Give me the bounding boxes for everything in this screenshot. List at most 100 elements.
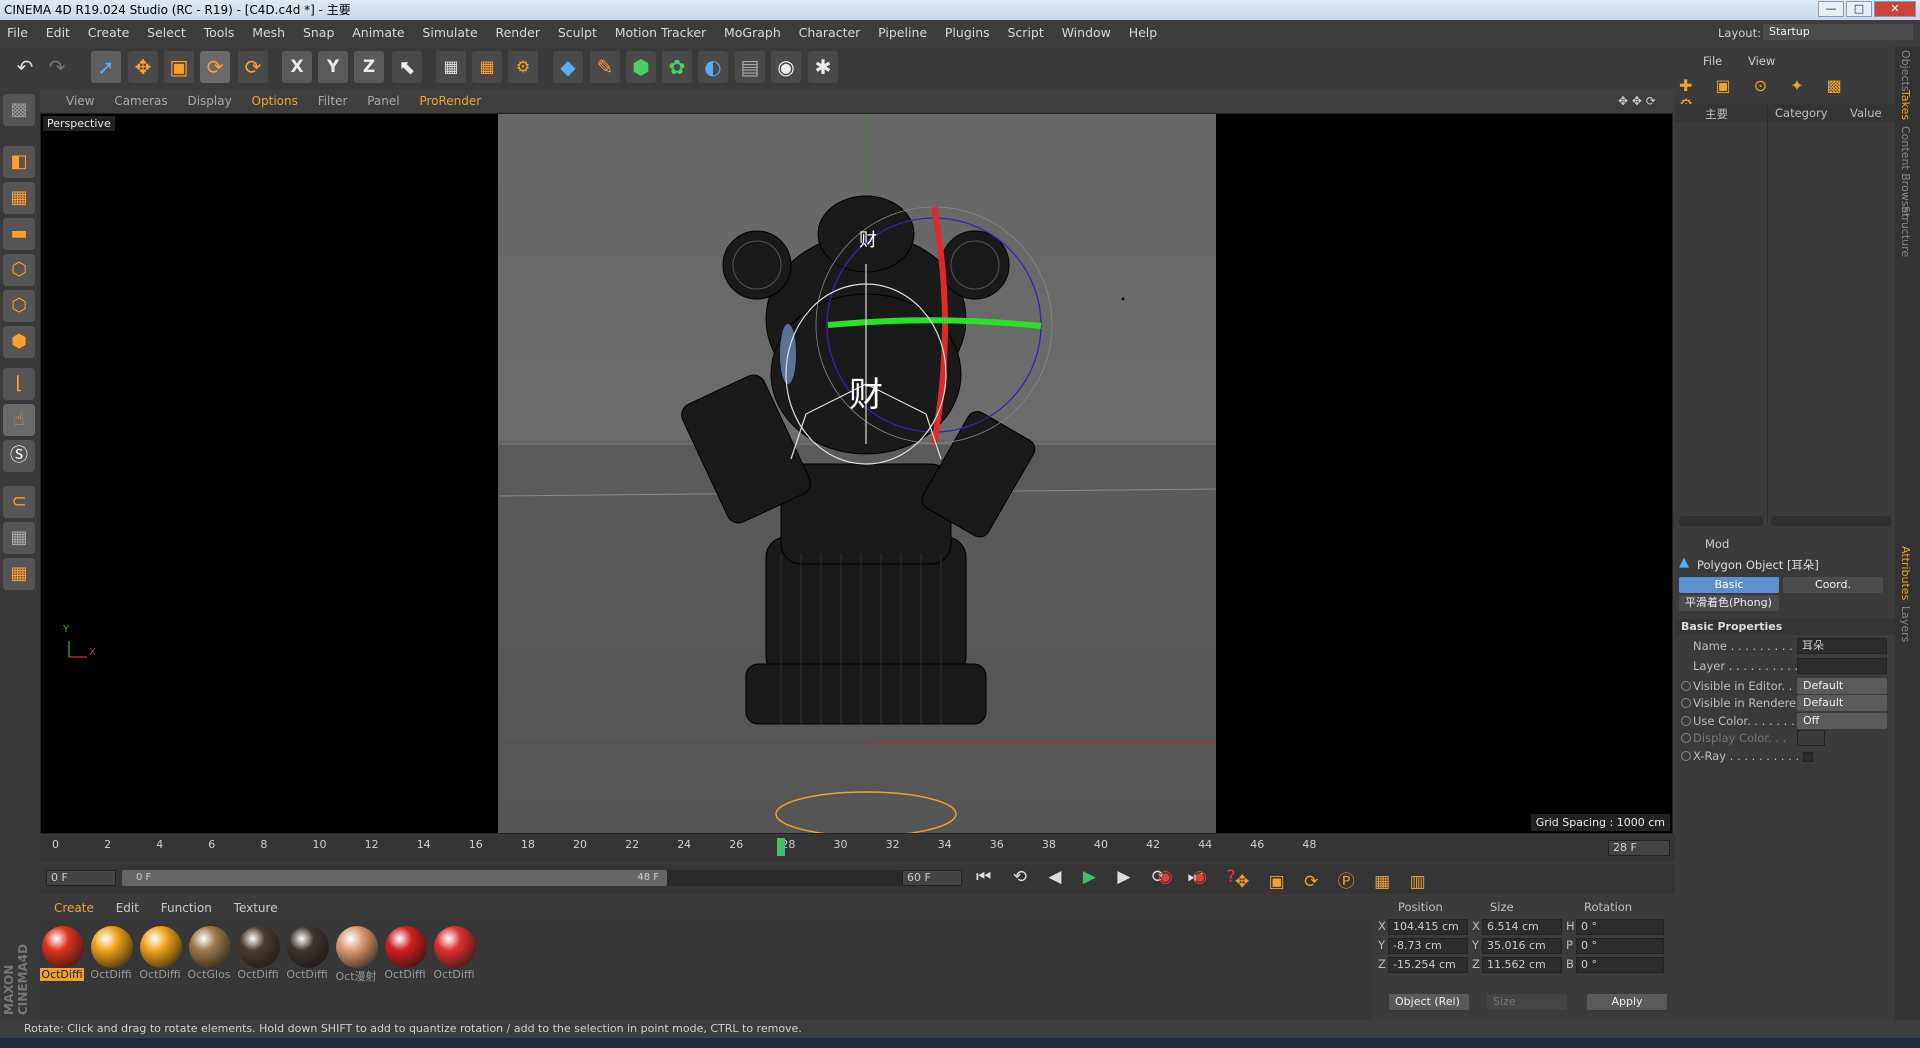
position-field[interactable]: 104.415 cm <box>1388 919 1468 935</box>
coordinate-mode-dropdown[interactable]: Object (Rel) <box>1389 994 1469 1010</box>
make-editable-icon[interactable]: ▩ <box>3 94 35 126</box>
tab-basic[interactable]: Basic <box>1679 577 1779 593</box>
property-animate-radio[interactable] <box>1681 733 1691 743</box>
cloner-icon[interactable]: ✿ <box>662 51 692 83</box>
property-value[interactable] <box>1803 752 1813 762</box>
layout-dropdown[interactable]: Startup <box>1763 24 1913 40</box>
tab-phong[interactable]: 平滑着色(Phong) <box>1679 595 1779 611</box>
key-controls[interactable]: ✥ ▣ ⟳ Ⓟ ▦ ▥ <box>1235 867 1433 892</box>
material-swatch[interactable]: Oct漫射 <box>334 926 379 988</box>
cube-icon[interactable]: ◆ <box>553 51 583 83</box>
rotation-field[interactable]: 0 ° <box>1576 919 1664 935</box>
end-frame-field[interactable]: 60 F <box>902 870 962 886</box>
texture-mode-icon[interactable]: ▦ <box>3 182 35 214</box>
menu-create[interactable]: Create <box>88 25 130 40</box>
object-scrollbar-right[interactable] <box>1771 516 1891 526</box>
viewport-menu-display[interactable]: Display <box>187 94 231 108</box>
snap-icon[interactable]: Ⓢ <box>3 440 35 472</box>
redo-icon[interactable]: ↷ <box>42 51 72 83</box>
render-settings-icon[interactable]: ⚙ <box>508 51 538 83</box>
undo-icon[interactable]: ↶ <box>10 51 40 83</box>
size-field[interactable]: 6.514 cm <box>1482 919 1562 935</box>
menu-edit[interactable]: Edit <box>46 25 70 40</box>
side-tab[interactable]: Structure <box>1899 206 1912 257</box>
material-swatch[interactable]: OctDiffi <box>40 926 85 988</box>
menu-sculpt[interactable]: Sculpt <box>558 25 597 40</box>
size-field[interactable]: 11.562 cm <box>1482 957 1562 973</box>
planar-workplane-icon[interactable]: ▦ <box>3 558 35 590</box>
rotate-tool-icon[interactable]: ⟳ <box>200 51 230 83</box>
menu-file[interactable]: File <box>7 25 28 40</box>
y-axis-lock-button[interactable]: Y <box>318 51 348 83</box>
subdivision-icon[interactable]: ⬢ <box>626 51 656 83</box>
lock-workplane-icon[interactable]: ▦ <box>3 522 35 554</box>
menu-window[interactable]: Window <box>1062 25 1111 40</box>
property-animate-radio[interactable] <box>1681 681 1691 691</box>
material-swatch[interactable]: OctGlos <box>187 926 232 988</box>
material-swatch[interactable]: OctDiffi <box>89 926 134 988</box>
menu-tools[interactable]: Tools <box>204 25 235 40</box>
menu-mograph[interactable]: MoGraph <box>724 25 781 40</box>
menu-script[interactable]: Script <box>1008 25 1044 40</box>
material-menu-function[interactable]: Function <box>161 901 212 915</box>
recent-tool-icon[interactable]: ⟳ <box>238 51 268 83</box>
size-field[interactable]: 35.016 cm <box>1482 938 1562 954</box>
viewport-menu-options[interactable]: Options <box>252 94 298 108</box>
rotation-field[interactable]: 0 ° <box>1576 938 1664 954</box>
menu-plugins[interactable]: Plugins <box>945 25 990 40</box>
polygons-mode-icon[interactable]: ⬢ <box>3 326 35 358</box>
deformer-icon[interactable]: ◐ <box>698 51 728 83</box>
material-menu-edit[interactable]: Edit <box>116 901 139 915</box>
maximize-button[interactable]: □ <box>1846 1 1872 17</box>
select-tool-icon[interactable]: ➚ <box>91 51 121 83</box>
scale-tool-icon[interactable]: ▣ <box>164 51 194 83</box>
points-mode-icon[interactable]: ⬡ <box>3 254 35 286</box>
tab-coord[interactable]: Coord. <box>1783 577 1883 593</box>
material-menu-create[interactable]: Create <box>54 901 94 915</box>
position-field[interactable]: -8.73 cm <box>1388 938 1468 954</box>
object-menu-file[interactable]: File <box>1703 54 1722 68</box>
coordinate-system-icon[interactable]: ⬉ <box>392 51 422 83</box>
menu-select[interactable]: Select <box>147 25 186 40</box>
side-tab[interactable]: Attributes <box>1899 546 1912 600</box>
property-value[interactable]: 耳朵 <box>1797 638 1887 654</box>
viewport-menu-view[interactable]: View <box>66 94 94 108</box>
object-scrollbar-left[interactable] <box>1679 516 1763 526</box>
property-animate-radio[interactable] <box>1681 751 1691 761</box>
menu-motion-tracker[interactable]: Motion Tracker <box>615 25 706 40</box>
workplane-mode-icon[interactable]: ▬ <box>3 218 35 250</box>
material-swatch[interactable]: OctDiffi <box>432 926 477 988</box>
material-menu-texture[interactable]: Texture <box>234 901 278 915</box>
property-animate-radio[interactable] <box>1681 716 1691 726</box>
model-mode-icon[interactable]: ◧ <box>3 146 35 178</box>
render-picture-viewer-icon[interactable]: ▦ <box>472 51 502 83</box>
material-swatch[interactable]: OctDiffi <box>383 926 428 988</box>
property-value[interactable]: Default <box>1797 695 1887 711</box>
x-axis-lock-button[interactable]: X <box>282 51 312 83</box>
property-value[interactable]: Off <box>1797 713 1887 729</box>
material-swatch[interactable]: OctDiffi <box>285 926 330 988</box>
size-mode-dropdown[interactable]: Size <box>1487 994 1567 1010</box>
object-toolbar-icons[interactable]: ✚ ▣ ⊙ ✦ ▩ ⚙ <box>1679 76 1879 114</box>
material-swatch[interactable]: OctDiffi <box>138 926 183 988</box>
tweak-mode-icon[interactable]: ☝ <box>3 404 35 436</box>
current-frame-field[interactable]: 28 F <box>1608 840 1670 856</box>
menu-simulate[interactable]: Simulate <box>422 25 477 40</box>
menu-help[interactable]: Help <box>1129 25 1158 40</box>
viewport-menu-panel[interactable]: Panel <box>367 94 399 108</box>
menu-character[interactable]: Character <box>799 25 861 40</box>
object-menu-view[interactable]: View <box>1748 54 1775 68</box>
position-field[interactable]: -15.254 cm <box>1388 957 1468 973</box>
minimize-button[interactable]: — <box>1818 1 1844 17</box>
property-value[interactable] <box>1797 658 1887 674</box>
side-tab[interactable]: Takes <box>1899 90 1912 120</box>
record-controls[interactable]: ◉ ◉ ? <box>1158 867 1243 887</box>
property-value[interactable]: Default <box>1797 678 1887 694</box>
timeline-ruler[interactable]: 0 2 4 6 8 10 12 14 16 18 20 22 24 26 28 30 32 34 36 38 40 42 4… <box>40 835 1675 861</box>
apply-button[interactable]: Apply <box>1587 994 1667 1010</box>
menu-animate[interactable]: Animate <box>352 25 404 40</box>
z-axis-lock-button[interactable]: Z <box>354 51 384 83</box>
menu-render[interactable]: Render <box>495 25 540 40</box>
rotation-field[interactable]: 0 ° <box>1576 957 1664 973</box>
floor-icon[interactable]: ▤ <box>735 51 765 83</box>
